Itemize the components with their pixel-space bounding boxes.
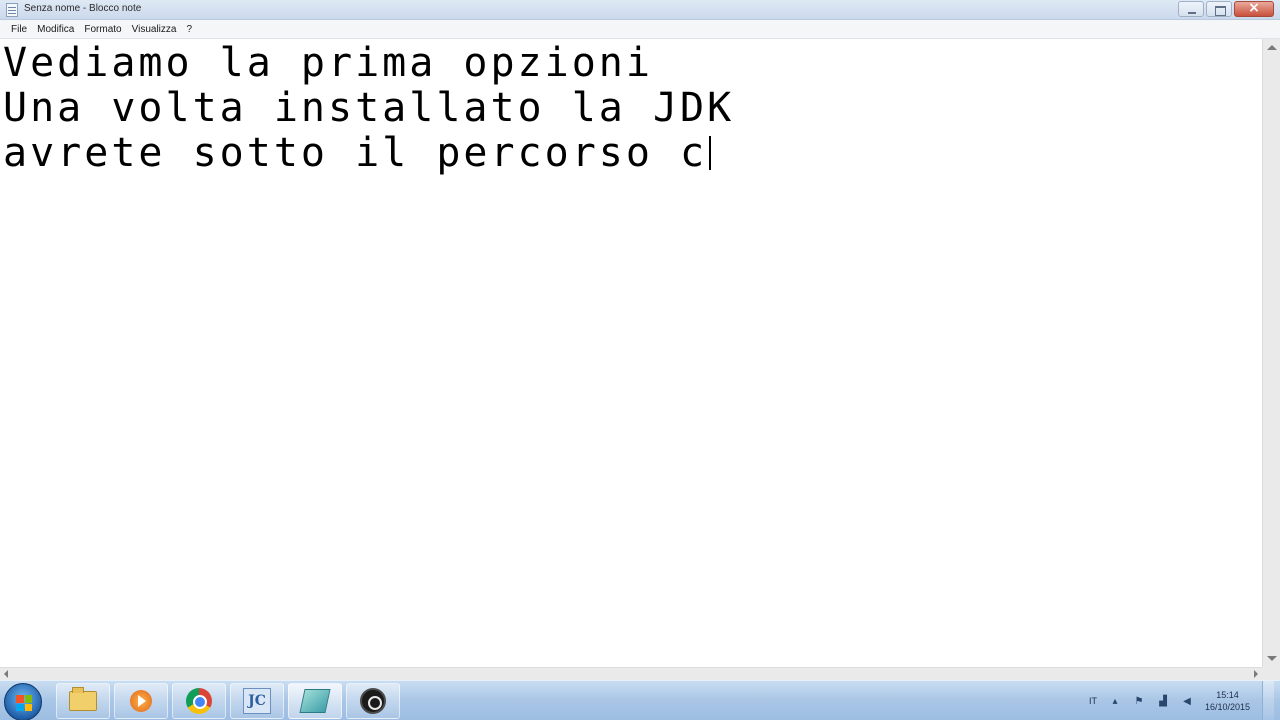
editor-line: Vediamo la prima opzioni [3, 40, 653, 86]
clock-time: 15:14 [1216, 690, 1239, 700]
vertical-scrollbar[interactable] [1262, 39, 1280, 667]
notepad-icon [299, 689, 331, 713]
menu-bar: File Modifica Formato Visualizza ? [0, 20, 1280, 39]
network-icon[interactable]: ▟ [1157, 695, 1169, 707]
taskbar-notepad[interactable] [288, 683, 342, 719]
windows-logo-icon [16, 695, 32, 711]
title-bar[interactable]: Senza nome - Blocco note [0, 0, 1280, 20]
scrollbar-corner [1262, 667, 1280, 680]
folder-icon [69, 687, 97, 711]
show-desktop-button[interactable] [1262, 681, 1274, 720]
scroll-down-icon[interactable] [1267, 656, 1277, 661]
scroll-right-icon[interactable] [1254, 670, 1258, 678]
clock-date: 16/10/2015 [1204, 702, 1250, 712]
start-button[interactable] [4, 683, 42, 720]
taskbar-media-player[interactable] [114, 683, 168, 719]
close-button[interactable] [1234, 0, 1274, 17]
minimize-button[interactable] [1178, 1, 1204, 17]
taskbar-jcreator[interactable]: JC [230, 683, 284, 719]
volume-icon[interactable]: ◀ [1181, 695, 1193, 707]
horizontal-scrollbar[interactable] [0, 667, 1262, 680]
scroll-left-icon[interactable] [4, 670, 8, 678]
editor-line: avrete sotto il percorso c [3, 131, 1262, 176]
taskbar-chrome[interactable] [172, 683, 226, 719]
menu-modifica[interactable]: Modifica [32, 20, 79, 39]
taskbar-explorer[interactable] [56, 683, 110, 719]
text-caret [709, 136, 712, 170]
language-indicator[interactable]: IT [1089, 696, 1097, 706]
action-center-icon[interactable]: ⚑ [1133, 695, 1145, 707]
jcreator-icon: JC [243, 688, 271, 714]
menu-visualizza[interactable]: Visualizza [127, 20, 182, 39]
window-title: Senza nome - Blocco note [24, 3, 142, 14]
show-hidden-icons-icon[interactable]: ▴ [1109, 695, 1121, 707]
maximize-button[interactable] [1206, 1, 1232, 17]
window-controls [1178, 0, 1274, 17]
menu-formato[interactable]: Formato [79, 20, 126, 39]
taskbar-obs[interactable] [346, 683, 400, 719]
editor-line: Una volta installato la JDK [3, 85, 735, 131]
chrome-icon [186, 688, 212, 714]
obs-icon [360, 688, 386, 714]
media-player-icon [130, 690, 152, 712]
notepad-app-icon[interactable] [6, 3, 18, 17]
scroll-up-icon[interactable] [1267, 45, 1277, 50]
system-tray: IT ▴ ⚑ ▟ ◀ 15:14 16/10/2015 [1089, 681, 1280, 720]
menu-file[interactable]: File [6, 20, 32, 39]
clock[interactable]: 15:14 16/10/2015 [1205, 689, 1250, 713]
menu-help[interactable]: ? [181, 20, 197, 39]
text-editor[interactable]: Vediamo la prima opzioni Una volta insta… [0, 39, 1262, 667]
taskbar: JC IT ▴ ⚑ ▟ ◀ 15:14 16/10/2015 [0, 680, 1280, 720]
